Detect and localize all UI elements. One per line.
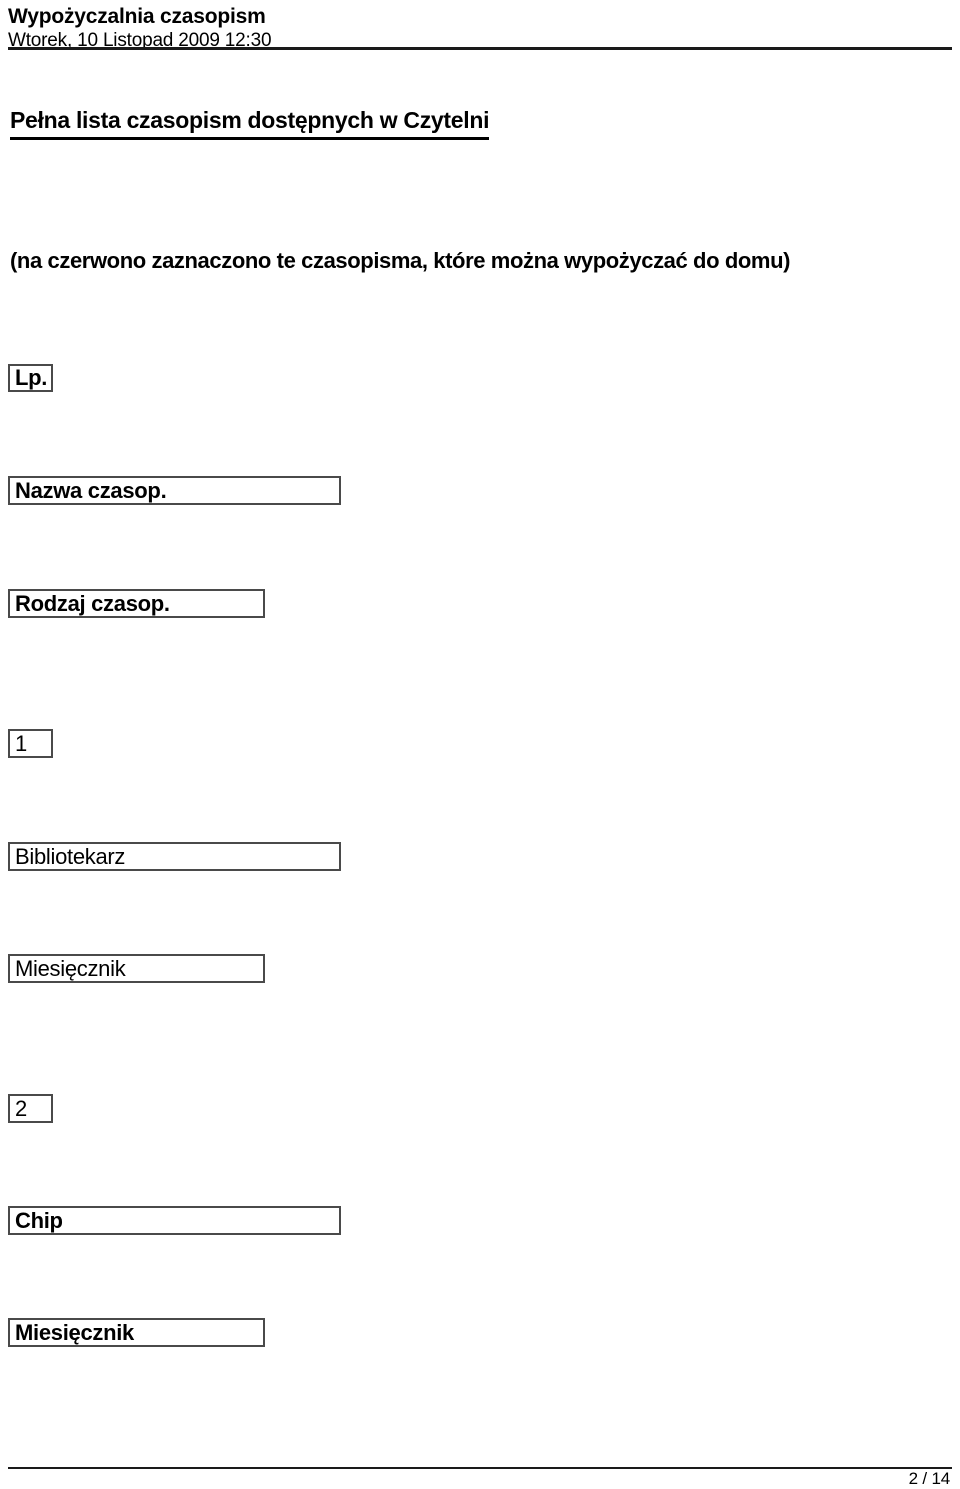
table-header-cell-lp: Lp. bbox=[8, 364, 53, 392]
table-row: Chip bbox=[8, 1206, 341, 1235]
page-number: 2 / 14 bbox=[908, 1469, 951, 1488]
footer-divider bbox=[8, 1467, 952, 1469]
document-header: Wypożyczalnia czasopism Wtorek, 10 Listo… bbox=[8, 4, 952, 53]
table-row: Bibliotekarz bbox=[8, 842, 341, 871]
table-row: 2 bbox=[8, 1094, 53, 1123]
header-divider bbox=[8, 47, 952, 50]
document-page: Wypożyczalnia czasopism Wtorek, 10 Listo… bbox=[0, 0, 960, 1488]
table-row: 1 bbox=[8, 729, 53, 758]
table-row: Miesięcznik bbox=[8, 954, 265, 983]
section-heading: Pełna lista czasopism dostępnych w Czyte… bbox=[10, 106, 489, 140]
table-header-cell-kind: Rodzaj czasop. bbox=[8, 589, 265, 618]
table-row: Miesięcznik bbox=[8, 1318, 265, 1347]
table-header-cell-name: Nazwa czasop. bbox=[8, 476, 341, 505]
document-title: Wypożyczalnia czasopism bbox=[8, 5, 266, 28]
section-note: (na czerwono zaznaczono te czasopisma, k… bbox=[10, 248, 791, 273]
